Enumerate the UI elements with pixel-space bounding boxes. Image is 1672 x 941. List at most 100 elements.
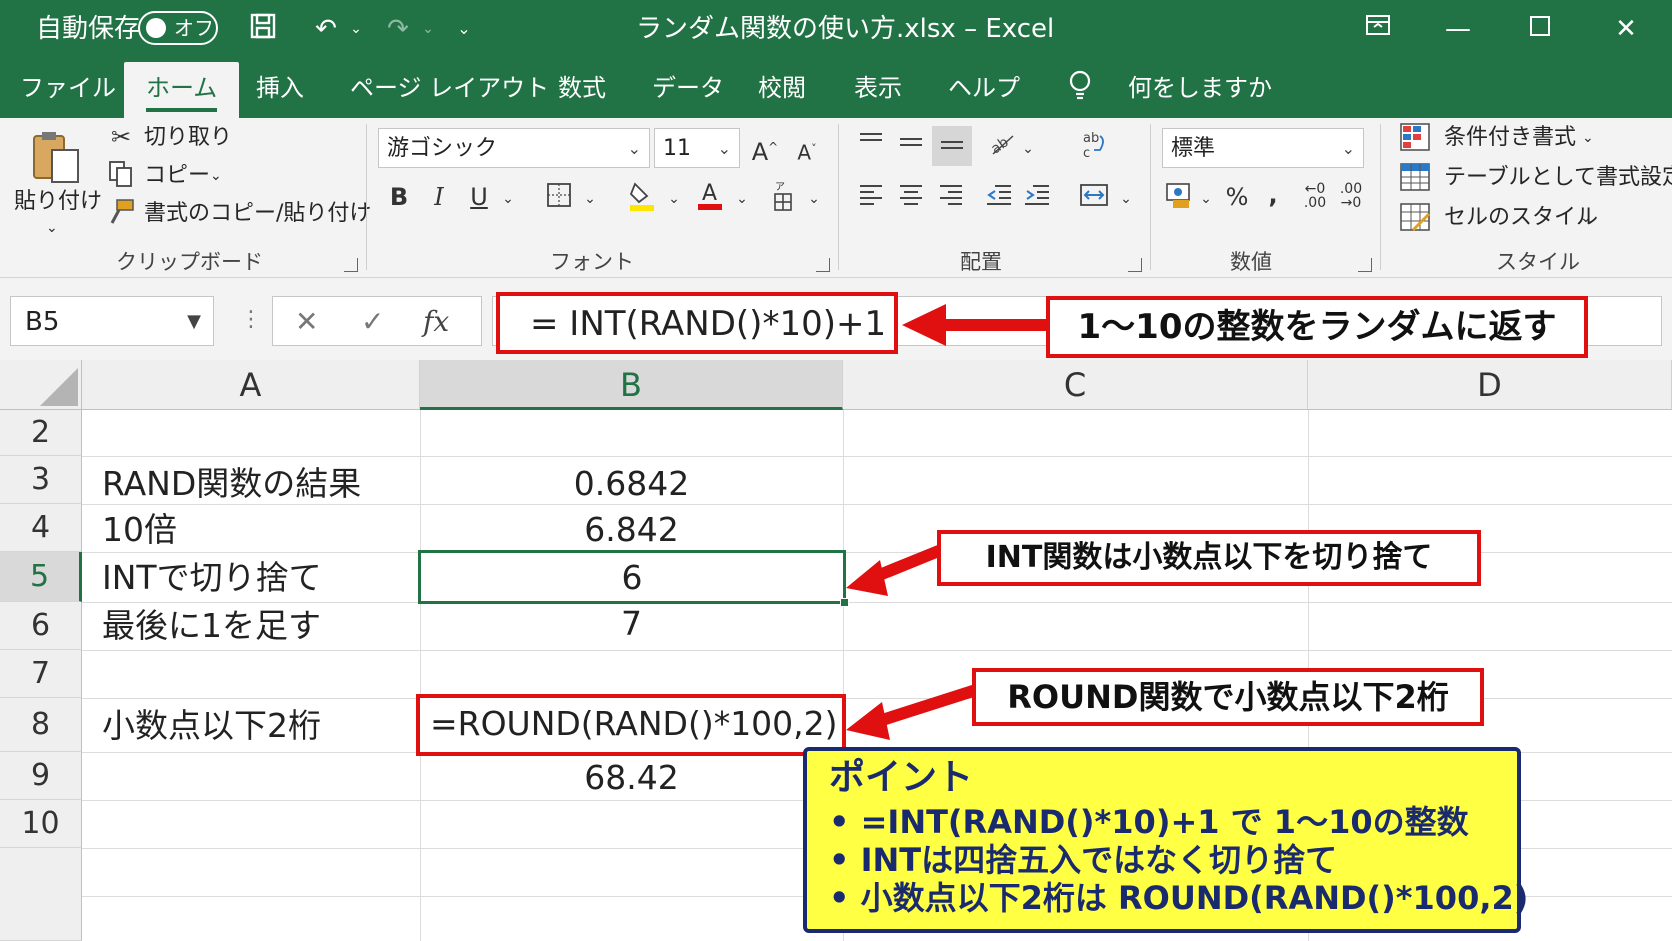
row-header[interactable]: 7: [0, 650, 82, 698]
autosave-toggle[interactable]: オフ: [138, 11, 218, 45]
save-icon[interactable]: [246, 12, 280, 46]
font-color-icon[interactable]: A: [694, 178, 726, 219]
decrease-font-icon[interactable]: A˅: [792, 134, 822, 168]
merge-dropdown-icon[interactable]: ⌄: [1118, 184, 1134, 214]
increase-decimal-icon[interactable]: ←0.00: [1300, 182, 1330, 210]
cell-a4[interactable]: 10倍: [102, 510, 177, 550]
copy-button[interactable]: コピー: [144, 162, 210, 190]
row-header[interactable]: 6: [0, 602, 82, 650]
table-dropdown-icon[interactable]: ⌄: [1648, 164, 1660, 192]
tab-view[interactable]: 表示: [854, 68, 902, 108]
row-header[interactable]: 8: [0, 698, 82, 752]
cancel-icon[interactable]: ✕: [295, 305, 318, 339]
cell-b4[interactable]: 6.842: [420, 510, 843, 550]
redo-icon[interactable]: ↷: [378, 12, 418, 46]
accounting-format-icon[interactable]: [1164, 180, 1196, 217]
format-painter-button[interactable]: 書式のコピー/貼り付け: [144, 200, 371, 228]
percent-icon[interactable]: %: [1222, 182, 1252, 212]
tab-home[interactable]: ホーム: [124, 62, 240, 118]
cell-a6[interactable]: 最後に1を足す: [102, 606, 321, 646]
paste-button[interactable]: 貼り付け: [14, 188, 102, 216]
row-header[interactable]: 2: [0, 410, 82, 456]
enter-icon[interactable]: ✓: [361, 305, 384, 339]
name-box[interactable]: B5 ▼: [10, 296, 214, 346]
align-top-icon[interactable]: [856, 130, 886, 161]
redo-dropdown-icon[interactable]: ⌄: [418, 12, 438, 46]
format-painter-icon[interactable]: [106, 198, 136, 233]
cut-button[interactable]: 切り取り: [144, 124, 232, 152]
decrease-indent-icon[interactable]: [984, 182, 1014, 215]
active-cell-b5[interactable]: 6: [418, 550, 849, 607]
align-middle-icon[interactable]: [896, 130, 926, 161]
cell-b9[interactable]: 68.42: [420, 758, 843, 798]
font-launcher-icon[interactable]: [816, 258, 830, 272]
ribbon-display-icon[interactable]: [1362, 12, 1394, 46]
font-name-select[interactable]: 游ゴシック ⌄: [378, 128, 650, 168]
conditional-format-icon[interactable]: [1398, 122, 1434, 161]
alignment-launcher-icon[interactable]: [1128, 258, 1142, 272]
borders-icon[interactable]: [544, 182, 574, 215]
bold-icon[interactable]: B: [384, 182, 414, 212]
fill-color-icon[interactable]: [626, 180, 658, 219]
orientation-dropdown-icon[interactable]: ⌄: [1020, 134, 1036, 164]
tab-page-layout[interactable]: ページ レイアウト: [350, 68, 549, 108]
lightbulb-icon[interactable]: [1066, 68, 1100, 114]
customize-toolbar-icon[interactable]: ⌄: [452, 12, 476, 46]
more-options-icon[interactable]: ⋮: [240, 300, 262, 340]
undo-dropdown-icon[interactable]: ⌄: [346, 12, 366, 46]
wrap-text-icon[interactable]: ab c: [1078, 130, 1110, 167]
close-icon[interactable]: ✕: [1610, 12, 1642, 46]
cell-a8[interactable]: 小数点以下2桁: [102, 706, 321, 746]
clipboard-launcher-icon[interactable]: [344, 258, 358, 272]
row-header[interactable]: 3: [0, 456, 82, 504]
maximize-icon[interactable]: [1524, 12, 1556, 46]
tab-formulas[interactable]: 数式: [558, 68, 606, 108]
underline-dropdown-icon[interactable]: ⌄: [500, 184, 516, 214]
format-as-table-icon[interactable]: [1398, 162, 1434, 201]
phonetic-dropdown-icon[interactable]: ⌄: [806, 184, 822, 214]
cell-styles-button[interactable]: セルのスタイル: [1444, 204, 1598, 232]
fill-color-dropdown-icon[interactable]: ⌄: [666, 184, 682, 214]
font-size-select[interactable]: 11 ⌄: [654, 128, 740, 168]
borders-dropdown-icon[interactable]: ⌄: [582, 184, 598, 214]
merge-center-icon[interactable]: [1078, 182, 1110, 215]
number-launcher-icon[interactable]: [1358, 258, 1372, 272]
number-format-select[interactable]: 標準 ⌄: [1162, 128, 1364, 168]
tab-insert[interactable]: 挿入: [256, 68, 304, 108]
paste-icon[interactable]: [28, 128, 84, 184]
tab-review[interactable]: 校閲: [758, 68, 806, 108]
decrease-decimal-icon[interactable]: .00 →0: [1336, 182, 1366, 210]
format-as-table-button[interactable]: テーブルとして書式設定: [1444, 164, 1672, 192]
align-center-icon[interactable]: [896, 182, 926, 215]
column-header-d[interactable]: D: [1308, 360, 1672, 410]
font-color-dropdown-icon[interactable]: ⌄: [734, 184, 750, 214]
align-right-icon[interactable]: [936, 182, 966, 215]
insert-function-icon[interactable]: fx: [423, 305, 449, 339]
row-header[interactable]: 10: [0, 800, 82, 848]
cell-a3[interactable]: RAND関数の結果: [102, 464, 361, 504]
increase-indent-icon[interactable]: [1022, 182, 1052, 215]
cell-a5[interactable]: INTで切り捨て: [102, 558, 322, 598]
tab-data[interactable]: データ: [652, 68, 724, 108]
tab-file[interactable]: ファイル: [20, 68, 116, 108]
underline-icon[interactable]: U: [464, 182, 494, 212]
scissors-icon[interactable]: ✂: [106, 122, 136, 152]
tell-me-search[interactable]: 何をしますか: [1128, 68, 1272, 108]
accounting-dropdown-icon[interactable]: ⌄: [1198, 184, 1214, 214]
conditional-format-button[interactable]: 条件付き書式: [1444, 124, 1576, 152]
italic-icon[interactable]: I: [424, 182, 454, 212]
select-all-button[interactable]: [0, 360, 82, 410]
column-header-b[interactable]: B: [420, 360, 843, 410]
cell-b8-highlight[interactable]: =ROUND(RAND()*100,2): [416, 694, 846, 756]
column-header-c[interactable]: C: [843, 360, 1308, 410]
minimize-icon[interactable]: —: [1442, 12, 1474, 46]
cell-styles-dropdown-icon[interactable]: ⌄: [1580, 204, 1592, 232]
copy-icon[interactable]: [106, 160, 136, 195]
phonetic-icon[interactable]: ア: [768, 180, 798, 219]
align-left-icon[interactable]: [856, 182, 886, 215]
cell-styles-icon[interactable]: [1398, 202, 1434, 241]
orientation-icon[interactable]: ab: [986, 130, 1018, 165]
cell-b6[interactable]: 7: [420, 604, 843, 644]
row-header[interactable]: 9: [0, 752, 82, 800]
cell-b3[interactable]: 0.6842: [420, 464, 843, 504]
